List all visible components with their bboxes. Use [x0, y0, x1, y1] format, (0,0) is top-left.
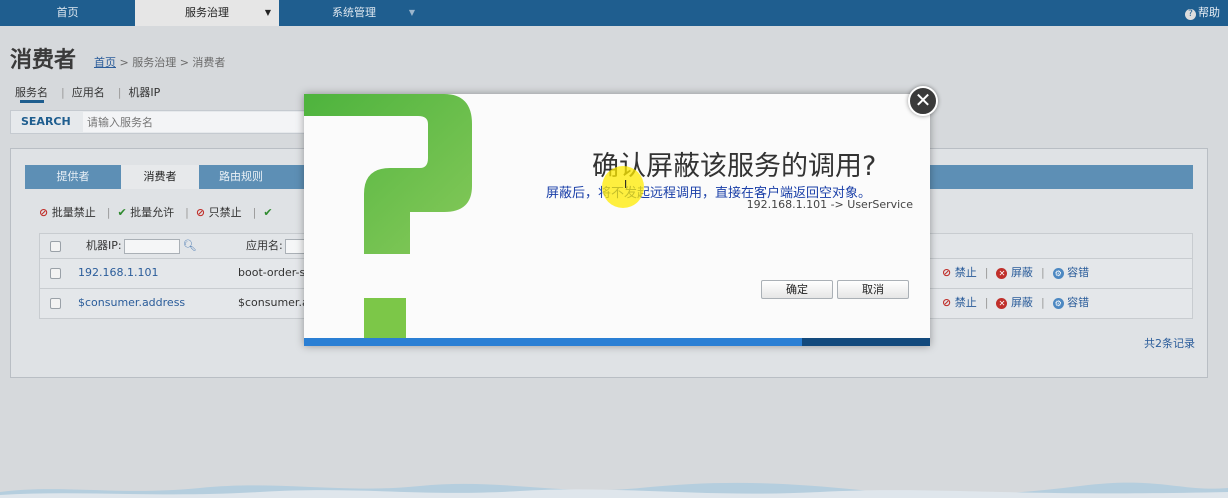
help-icon: ?: [1185, 9, 1196, 20]
batch-ban-label: 批量禁止: [51, 206, 96, 219]
divider: |: [61, 86, 65, 99]
confirm-button[interactable]: 确定: [761, 280, 833, 299]
ban-icon: ⊘: [942, 266, 952, 279]
divider: |: [252, 206, 257, 219]
gear-icon: ⚙: [1052, 297, 1064, 309]
divider: |: [185, 206, 189, 219]
ban-icon: ⊘: [39, 206, 49, 219]
nav-tab-service-governance[interactable]: 服务治理 ▼: [135, 0, 279, 26]
cancel-button[interactable]: 取消: [837, 280, 909, 299]
nav-tab-home[interactable]: 首页: [0, 0, 135, 26]
shield-icon: ✕: [996, 297, 1008, 309]
ip-filter-input[interactable]: [123, 238, 180, 254]
nav-tab-system-label: 系统管理: [332, 6, 376, 19]
only-ban-button[interactable]: ⊘ 只禁止: [196, 206, 242, 219]
row-ip[interactable]: $consumer.address: [78, 289, 185, 317]
divider: |: [1040, 296, 1045, 309]
dialog-bottom-bar-accent: [802, 338, 930, 346]
subtab-service-name[interactable]: 服务名: [15, 86, 48, 99]
nav-tab-home-label: 首页: [56, 6, 79, 19]
ip-column-label: 机器IP:: [86, 239, 122, 252]
row-tolerance-link[interactable]: 容错: [1067, 296, 1089, 309]
tab-consumers[interactable]: 消费者: [121, 165, 199, 189]
batch-ban-button[interactable]: ⊘ 批量禁止: [39, 206, 96, 219]
row-mask-link[interactable]: 屏蔽: [1011, 296, 1033, 309]
breadcrumb-home-link[interactable]: 首页: [94, 56, 116, 69]
select-all-checkbox[interactable]: [50, 241, 61, 252]
nav-tab-system-management[interactable]: 系统管理 ▼: [279, 0, 419, 26]
record-count: 共2条记录: [1144, 337, 1195, 350]
gear-icon: ⚙: [1052, 267, 1064, 279]
search-label: SEARCH: [21, 115, 71, 128]
tab-providers[interactable]: 提供者: [25, 165, 121, 189]
row-actions: ⊘ 禁止 | ✕ 屏蔽 | ⚙ 容错: [942, 289, 1089, 317]
divider: |: [1040, 266, 1045, 279]
ban-icon: ⊘: [195, 206, 206, 219]
only-ban-label: 只禁止: [208, 206, 242, 219]
dialog-detail: 192.168.1.101 -> UserService: [746, 198, 913, 211]
row-checkbox[interactable]: [50, 268, 61, 279]
row-ip[interactable]: 192.168.1.101: [78, 259, 158, 287]
text-cursor-icon: I: [624, 178, 628, 191]
ip-column-header: 机器IP: 🔍︎: [86, 234, 197, 258]
subtab-app-name[interactable]: 应用名: [72, 86, 105, 99]
tab-routes[interactable]: 路由规则: [199, 165, 283, 189]
help-label: 帮助: [1198, 6, 1220, 19]
batch-allow-label: 批量允许: [130, 206, 175, 219]
dialog-bottom-bar: [304, 338, 930, 346]
breadcrumb-trail: > 服务治理 > 消费者: [116, 56, 226, 69]
app-column-label: 应用名:: [246, 239, 283, 252]
ban-icon: ⊘: [942, 296, 952, 309]
shield-icon: ✕: [996, 267, 1008, 279]
check-icon: ✔: [117, 206, 127, 219]
batch-allow-button[interactable]: ✔ 批量允许: [117, 206, 174, 219]
subtab-machine-ip[interactable]: 机器IP: [128, 86, 160, 99]
row-actions: ⊘ 禁止 | ✕ 屏蔽 | ⚙ 容错: [942, 259, 1089, 287]
row-ban-link[interactable]: 禁止: [955, 266, 977, 279]
chevron-down-icon: ▼: [264, 8, 271, 17]
help-link[interactable]: ? 帮助: [1185, 0, 1220, 26]
breadcrumb: 首页 > 服务治理 > 消费者: [94, 54, 225, 70]
divider: |: [984, 266, 989, 279]
divider: |: [984, 296, 989, 309]
cursor-highlight: [602, 166, 644, 208]
active-subtab-indicator: [20, 100, 44, 103]
batch-toolbar: ⊘ 批量禁止 | ✔ 批量允许 | ⊘ 只禁止 | ✔: [39, 204, 273, 220]
divider: |: [117, 86, 122, 99]
question-mark-icon: [304, 94, 472, 346]
divider: |: [106, 206, 111, 219]
chevron-down-icon: ▼: [408, 8, 415, 17]
row-ban-link[interactable]: 禁止: [955, 296, 977, 309]
check-icon[interactable]: ✔: [263, 206, 272, 219]
close-icon[interactable]: ✕: [908, 86, 938, 116]
page-title: 消费者: [10, 48, 77, 73]
decorative-wave: [0, 482, 1228, 498]
row-mask-link[interactable]: 屏蔽: [1011, 266, 1033, 279]
search-mode-tabs: 服务名 | 应用名 | 机器IP: [15, 84, 166, 100]
confirm-dialog: 确认屏蔽该服务的调用? 屏蔽后，将不发起远程调用，直接在客户端返回空对象。 19…: [304, 94, 930, 346]
row-checkbox[interactable]: [50, 298, 61, 309]
row-tolerance-link[interactable]: 容错: [1067, 266, 1089, 279]
top-nav: 首页 服务治理 ▼ 系统管理 ▼ ? 帮助: [0, 0, 1228, 26]
search-icon[interactable]: 🔍︎: [183, 239, 197, 252]
nav-tab-service-label: 服务治理: [185, 6, 229, 19]
